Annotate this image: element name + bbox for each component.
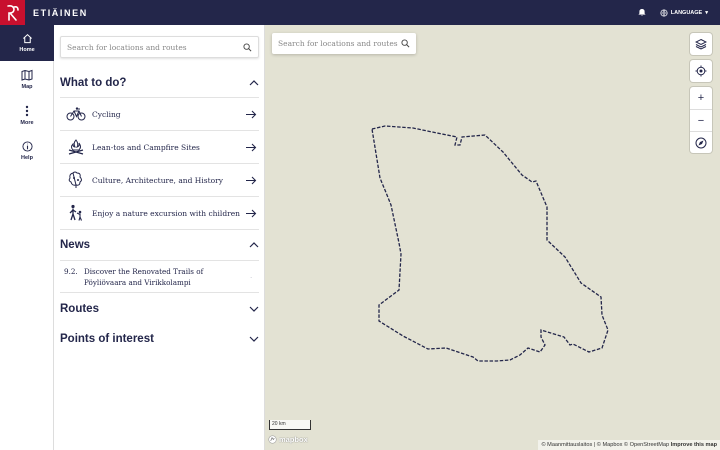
list-item-culture[interactable]: Culture, Architecture, and History: [60, 164, 259, 197]
list-item-label: Lean-tos and Campfire Sites: [92, 142, 200, 152]
panel-search-input[interactable]: Search for locations and routes: [60, 36, 259, 58]
rail-label-map: Map: [21, 83, 33, 90]
mapbox-logo[interactable]: mapbox: [268, 435, 308, 444]
culture-icon: [65, 169, 87, 191]
locate-control: [690, 60, 712, 82]
map-icon: [21, 69, 33, 81]
rail-item-help[interactable]: Help: [0, 133, 54, 169]
chevron-up-icon: [249, 80, 259, 86]
improve-map-link[interactable]: Improve this map: [671, 442, 717, 448]
routes-title: Routes: [60, 303, 99, 315]
list-item-nature-excursion[interactable]: Enjoy a nature excursion with children: [60, 197, 259, 230]
chevron-down-icon: [249, 336, 259, 342]
search-icon[interactable]: [401, 39, 410, 48]
map-search-input[interactable]: Search for locations and routes: [272, 33, 416, 54]
map-search-placeholder: Search for locations and routes: [278, 39, 398, 48]
minus-icon: −: [697, 114, 705, 127]
news-header[interactable]: News: [60, 230, 259, 260]
logo[interactable]: [0, 0, 25, 25]
arrow-right-icon: [246, 209, 257, 217]
arrow-right-icon: [246, 110, 257, 118]
campfire-icon: [65, 136, 87, 158]
mapbox-icon: [268, 435, 277, 444]
bicycle-icon: [65, 103, 87, 125]
arrow-right-icon: [250, 277, 252, 278]
layers-icon: [695, 38, 707, 50]
more-icon: [25, 105, 29, 116]
family-walk-icon: [65, 202, 87, 224]
info-icon: [21, 141, 33, 152]
list-item-cycling[interactable]: Cycling: [60, 98, 259, 131]
plus-icon: +: [697, 92, 705, 104]
zoom-in-button[interactable]: +: [690, 87, 712, 109]
compass-icon: [695, 137, 707, 148]
bell-icon[interactable]: [637, 8, 646, 18]
chevron-down-icon: [249, 306, 259, 312]
map-canvas[interactable]: Search for locations and routes + − 20 k…: [265, 25, 720, 450]
top-bar: ETIÄINEN LANGUAGE ▾: [0, 0, 720, 25]
zoom-control: + −: [690, 87, 712, 153]
zoom-out-button[interactable]: −: [690, 109, 712, 131]
rail-item-map[interactable]: Map: [0, 61, 54, 97]
locate-icon: [695, 65, 707, 77]
globe-icon: [660, 8, 668, 17]
what-to-do-header[interactable]: What to do?: [60, 68, 259, 98]
search-icon[interactable]: [243, 42, 252, 52]
attribution-text[interactable]: © Maanmittauslaitos | © Mapbox © OpenStr…: [541, 442, 669, 448]
home-icon: [22, 33, 32, 44]
list-item-lean-tos[interactable]: Lean-tos and Campfire Sites: [60, 131, 259, 164]
scale-bar: 20 km: [269, 420, 311, 430]
news-title: News: [60, 239, 91, 251]
chevron-up-icon: [249, 242, 259, 248]
mapbox-logo-text: mapbox: [279, 435, 308, 444]
news-date: 9.2.: [64, 267, 78, 276]
points-of-interest-header[interactable]: Points of interest: [60, 324, 259, 354]
map-attribution: © Maanmittauslaitos | © Mapbox © OpenStr…: [538, 440, 720, 450]
nav-rail: Home Map More Help: [0, 25, 54, 450]
side-panel: Search for locations and routes What to …: [54, 25, 265, 450]
compass-button[interactable]: [690, 131, 712, 153]
brand-name: ETIÄINEN: [33, 7, 88, 18]
rail-item-home[interactable]: Home: [0, 25, 54, 61]
route-overlay: [371, 125, 609, 362]
news-item-title: Discover the Renovated Trails of Pöyliöv…: [84, 267, 204, 287]
rail-label-more: More: [20, 119, 34, 126]
poi-title: Points of interest: [60, 333, 154, 345]
rail-label-home: Home: [19, 47, 35, 53]
chevron-down-icon: ▾: [705, 9, 708, 16]
logo-mark-icon: [6, 4, 19, 21]
routes-header[interactable]: Routes: [60, 294, 259, 324]
locate-button[interactable]: [690, 60, 712, 82]
layers-button[interactable]: [690, 33, 712, 55]
language-selector[interactable]: LANGUAGE ▾: [660, 8, 708, 17]
what-to-do-title: What to do?: [60, 77, 127, 89]
layers-control: [690, 33, 712, 55]
route-line: [371, 125, 609, 362]
panel-search-placeholder: Search for locations and routes: [67, 42, 187, 52]
list-item-label: Culture, Architecture, and History: [92, 175, 223, 185]
list-item-label: Enjoy a nature excursion with children: [92, 208, 240, 218]
list-item-label: Cycling: [92, 109, 121, 119]
language-label: LANGUAGE: [670, 9, 703, 16]
news-item[interactable]: 9.2. Discover the Renovated Trails of Pö…: [60, 261, 259, 293]
arrow-right-icon: [246, 176, 257, 184]
rail-item-more[interactable]: More: [0, 97, 54, 133]
arrow-right-icon: [246, 143, 257, 151]
rail-label-help: Help: [21, 155, 33, 161]
